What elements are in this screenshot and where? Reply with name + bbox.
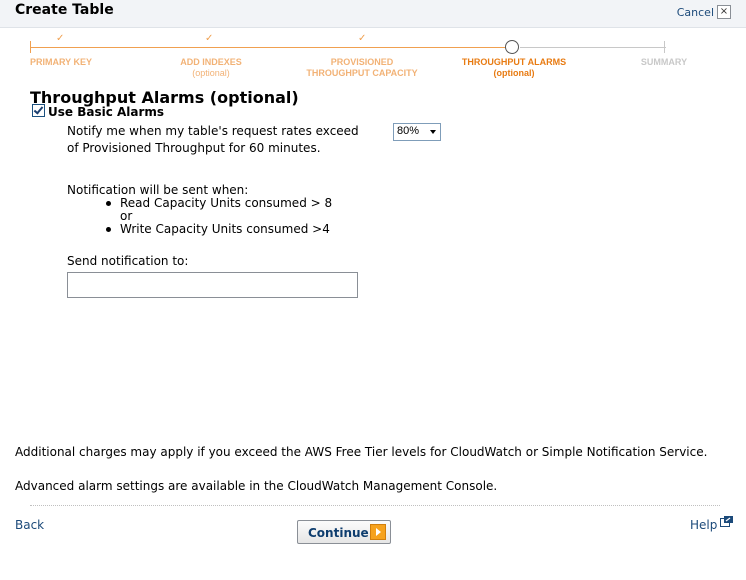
step-sublabel: (optional) [493,68,535,78]
step-complete-check-icon: ✓ [358,33,367,44]
step-label: ADD INDEXES [180,57,242,67]
condition-read: Read Capacity Units consumed > 8 [105,196,333,210]
step-complete-check-icon: ✓ [56,33,65,44]
step-label: THROUGHPUT ALARMS [461,57,567,67]
notify-text: Notify me when my table's request rates … [67,124,359,138]
step-provisioned-throughput: PROVISIONED THROUGHPUT CAPACITY [300,57,424,79]
step-label: PROVISIONED [330,57,394,67]
step-label: SUMMARY [640,57,688,67]
chevron-down-icon [430,130,436,134]
step-complete-check-icon: ✓ [205,33,214,44]
use-basic-alarms-checkbox[interactable] [32,104,45,117]
send-to-label: Send notification to: [67,254,189,268]
cancel-link[interactable]: Cancel [677,6,714,19]
arrow-right-icon [370,524,386,540]
dialog-titlebar: Create Table Cancel × [0,0,746,28]
threshold-value: 80% [397,125,420,137]
advanced-note: Advanced alarm settings are available in… [15,479,498,493]
notify-text-2: of Provisioned Throughput for 60 minutes… [67,141,321,155]
step-summary: SUMMARY [622,57,706,68]
continue-button[interactable]: Continue [297,520,391,544]
step-sublabel: (optional) [192,68,230,78]
send-to-input[interactable] [67,272,358,298]
external-link-icon[interactable] [720,516,733,527]
step-sublabel: THROUGHPUT CAPACITY [306,68,418,78]
progress-line-remaining [520,47,666,48]
notification-heading: Notification will be sent when: [67,183,249,197]
close-icon[interactable]: × [717,5,731,19]
use-basic-alarms-row: Use Basic Alarms [32,104,164,119]
charges-note: Additional charges may apply if you exce… [15,445,708,459]
continue-label: Continue [308,526,369,540]
footer-divider [30,505,720,506]
progress-end-tick [664,41,665,53]
threshold-select[interactable]: 80% [393,123,441,141]
wizard-progress: ✓ ✓ ✓ PRIMARY KEY ADD INDEXES (optional)… [0,28,746,88]
step-label: PRIMARY KEY [29,57,92,67]
step-primary-key: PRIMARY KEY [18,57,104,68]
step-add-indexes: ADD INDEXES (optional) [166,57,256,79]
condition-write: Write Capacity Units consumed >4 [106,222,330,236]
progress-line-complete [30,47,506,48]
back-link[interactable]: Back [15,518,44,532]
or-text: or [120,209,133,223]
dialog-title: Create Table [15,2,114,18]
help-link[interactable]: Help [690,518,717,532]
current-step-circle-icon [505,40,519,54]
use-basic-alarms-label: Use Basic Alarms [48,105,165,119]
step-throughput-alarms: THROUGHPUT ALARMS (optional) [452,57,576,79]
